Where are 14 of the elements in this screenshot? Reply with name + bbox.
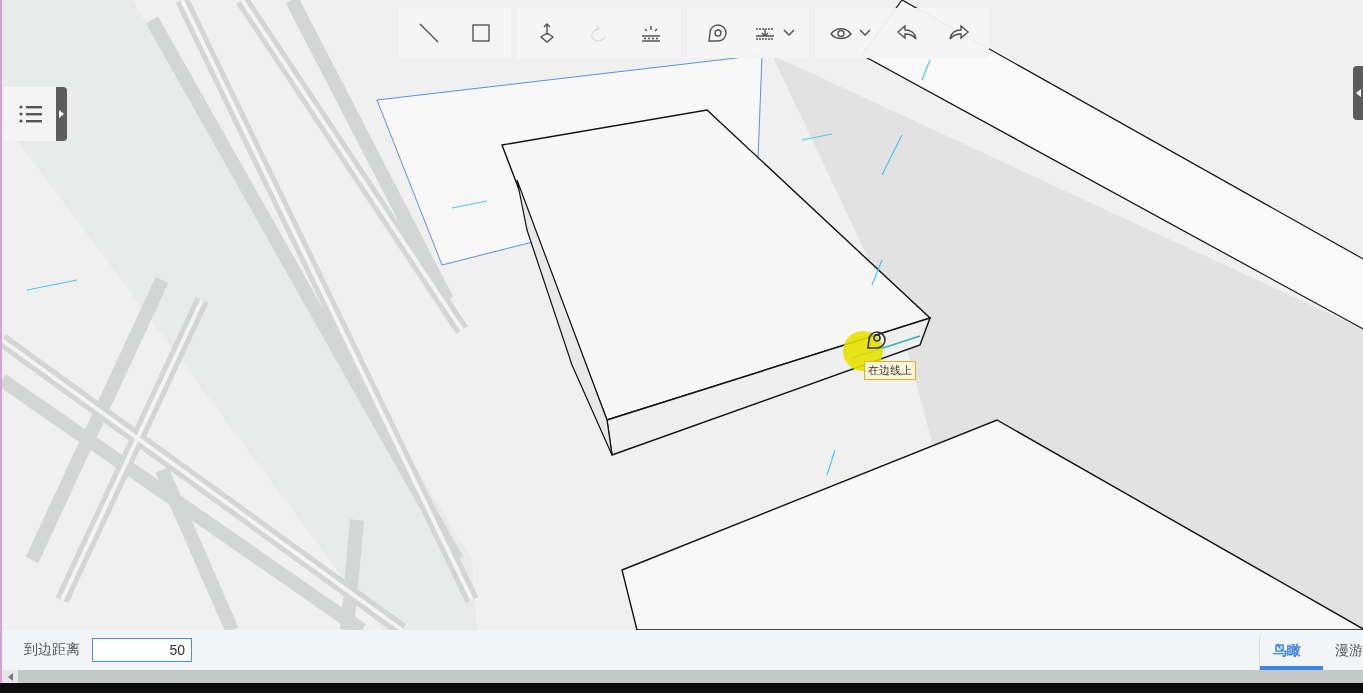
expand-handle[interactable] (56, 87, 67, 141)
expand-handle[interactable] (1353, 66, 1363, 120)
distance-input[interactable]: 50 (92, 638, 192, 662)
caret-left-icon (7, 672, 13, 681)
distance-label: 到边距离 (24, 641, 80, 659)
horizontal-scrollbar[interactable] (0, 670, 1363, 683)
list-menu-button[interactable] (4, 87, 58, 141)
list-icon (19, 104, 43, 124)
scroll-left-button[interactable] (2, 670, 18, 683)
caret-left-icon (1355, 89, 1361, 97)
chevron-down-icon (783, 29, 795, 37)
view-mode-tab[interactable]: 漫游 (1323, 636, 1363, 670)
snap-tooltip: 在边线上 (864, 361, 916, 380)
chevron-down-icon (859, 29, 871, 37)
